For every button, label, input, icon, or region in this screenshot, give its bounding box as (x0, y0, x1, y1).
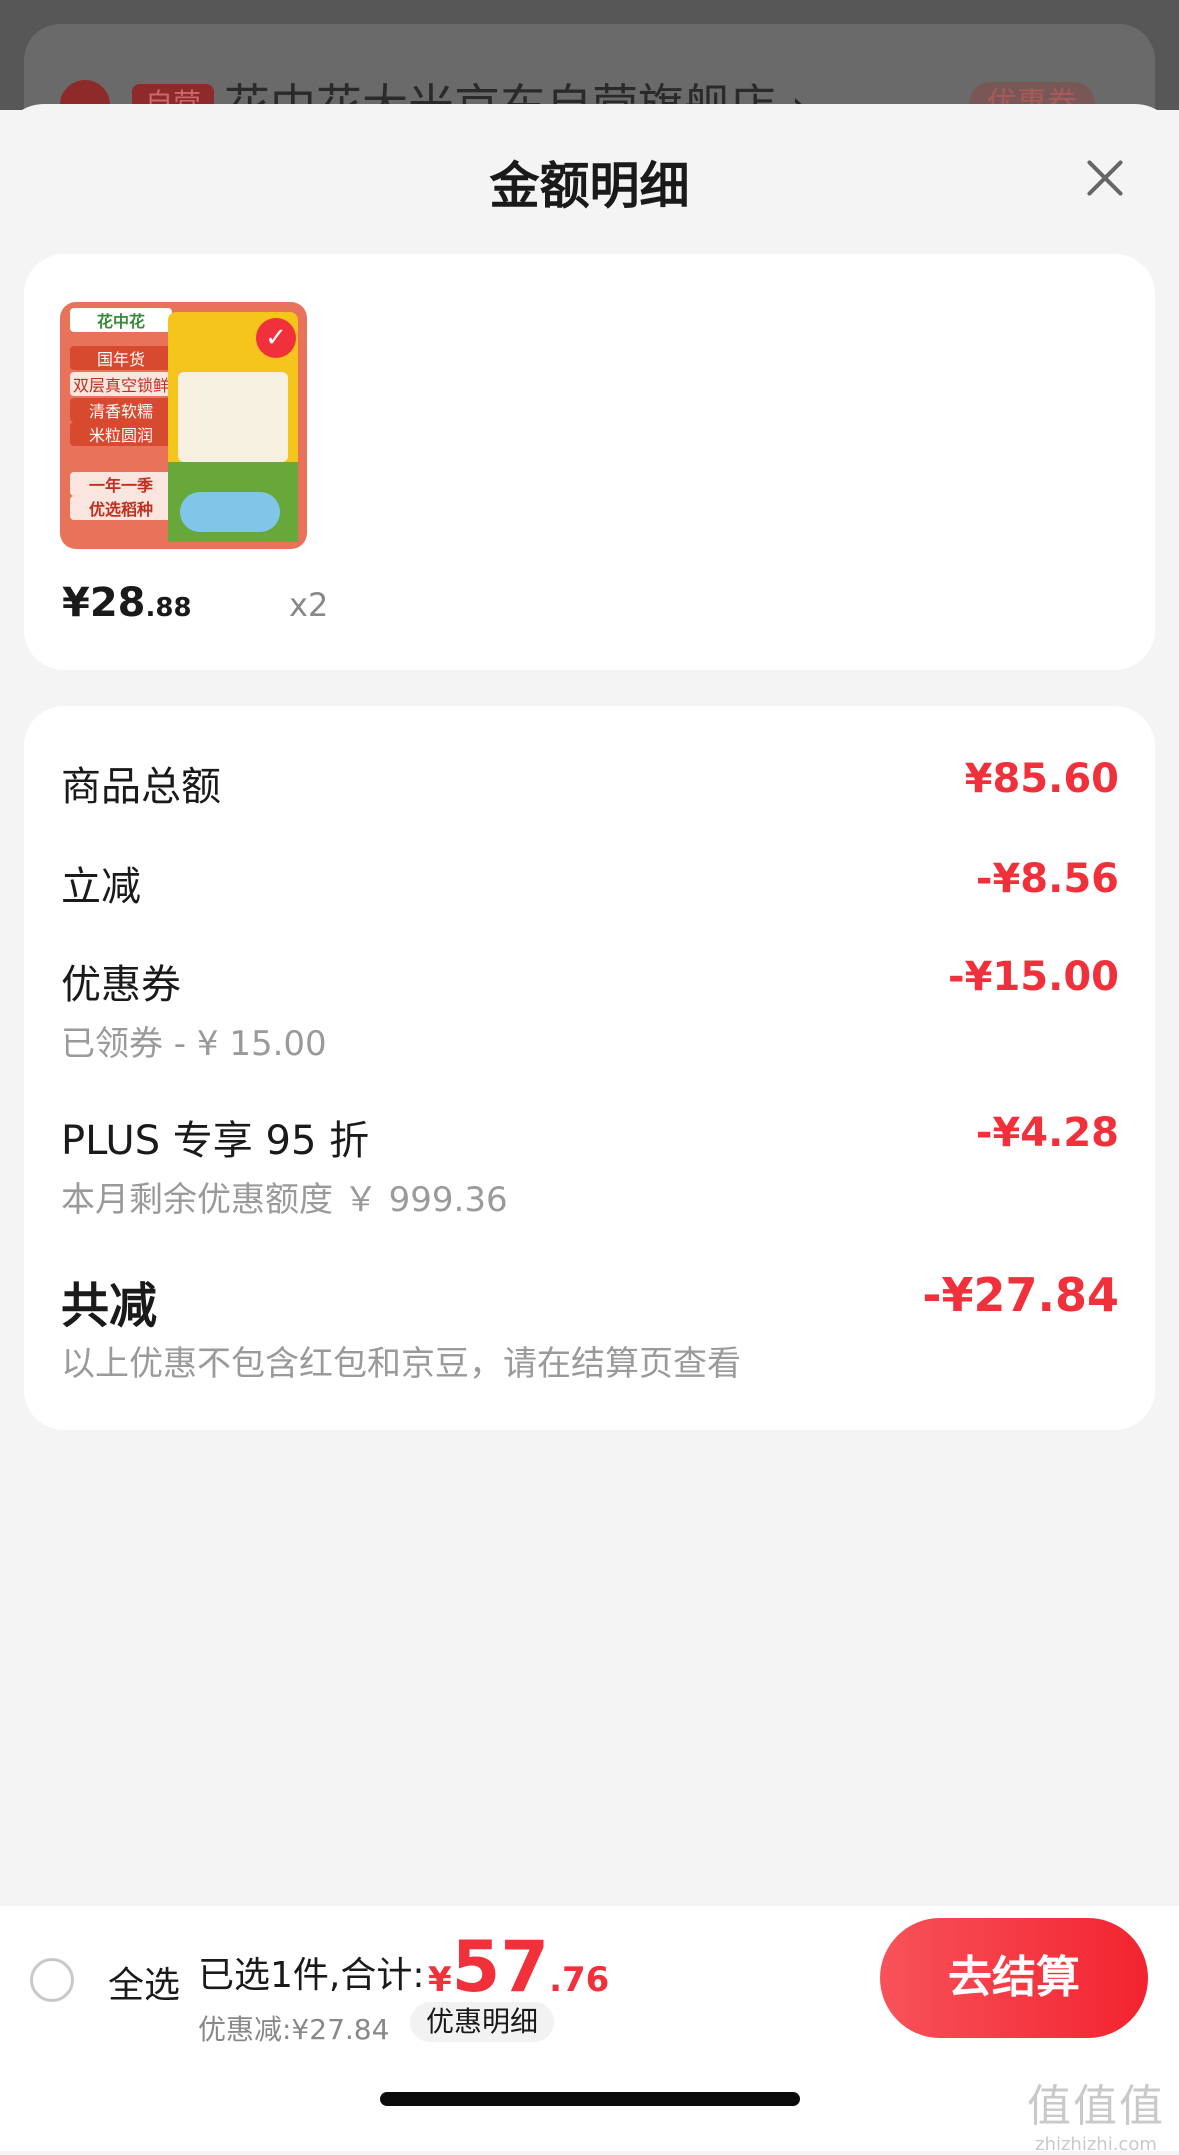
total-discount-value: -¥27.84 (922, 1268, 1119, 1322)
product-image[interactable]: 花中花 国年货 双层真空锁鲜 清香软糯 米粒圆润 一年一季 优选稻种 ✓ (60, 302, 307, 549)
instant-discount-label: 立减 (61, 864, 141, 910)
coupon-label: 优惠券 (61, 962, 181, 1008)
product-quantity: x2 (289, 586, 329, 624)
goods-total-label: 商品总额 (61, 764, 221, 810)
total-price: ¥57.76 (428, 1926, 609, 2008)
store-header: 自营 花中花大米京东自营旗舰店 › 优惠券 (24, 24, 1155, 110)
image-label: 米粒圆润 (70, 422, 172, 446)
total-integer: 57 (451, 1926, 550, 2008)
discount-note: 以上优惠不包含红包和京豆，请在结算页查看 (61, 1344, 741, 1384)
select-all-label[interactable]: 全选 (108, 1956, 180, 2008)
image-label: 清香软糯 (70, 398, 172, 422)
total-discount-label: 共减 (61, 1278, 158, 1334)
plus-remaining-quota: 本月剩余优惠额度 ￥ 999.36 (61, 1180, 508, 1220)
image-label: 一年一季 (70, 472, 172, 496)
amount-detail-sheet: 金额明细 花中花 国年货 双层真空锁鲜 清香软糯 米粒圆润 一年一季 优选稻种 … (0, 104, 1179, 2151)
close-icon[interactable] (1075, 148, 1135, 208)
coupon-sub: 已领券 - ¥ 15.00 (61, 1024, 327, 1064)
selected-check-icon: ✓ (256, 318, 296, 358)
discount-summary: 优惠减:¥27.84 (198, 2013, 390, 2046)
plus-discount-label: PLUS 专享 95 折 (61, 1118, 370, 1164)
rice-bag-window (178, 372, 288, 462)
amount-detail-card: 商品总额 ¥85.60 立减 -¥8.56 优惠券 -¥15.00 已领券 - … (24, 706, 1155, 1430)
price-currency: ¥ (62, 580, 90, 626)
watermark-logo: 值值值 (1027, 2081, 1165, 2132)
instant-discount-value: -¥8.56 (975, 856, 1119, 902)
plus-discount-value: -¥4.28 (975, 1110, 1119, 1156)
total-currency: ¥ (428, 1960, 452, 2000)
rice-bag-water (180, 492, 280, 532)
coupon-value: -¥15.00 (948, 954, 1119, 1000)
select-all-radio[interactable] (30, 1958, 74, 2002)
home-indicator-area: 值值值 zhizhizhi.com (0, 2050, 1179, 2155)
sheet-title: 金额明细 (489, 157, 690, 215)
image-label: 优选稻种 (70, 496, 172, 520)
background-page: 自营 花中花大米京东自营旗舰店 › 优惠券 (0, 0, 1179, 110)
home-indicator[interactable] (380, 2092, 800, 2106)
watermark: 值值值 zhizhizhi.com (1027, 2070, 1165, 2155)
product-price: ¥28.88 (62, 580, 192, 626)
checkout-button[interactable]: 去结算 (880, 1918, 1148, 2038)
image-label: 双层真空锁鲜 (70, 372, 172, 396)
image-brand: 花中花 (70, 308, 172, 332)
product-card: 花中花 国年货 双层真空锁鲜 清香软糯 米粒圆润 一年一季 优选稻种 ✓ ¥28… (24, 254, 1155, 670)
checkout-bar: 全选 已选1件,合计: ¥57.76 优惠减:¥27.84 优惠明细 去结算 (0, 1906, 1179, 2050)
discount-detail-button[interactable]: 优惠明细 (410, 2002, 555, 2042)
total-decimal: .76 (549, 1960, 610, 2000)
image-label: 国年货 (70, 346, 172, 370)
goods-total-value: ¥85.60 (964, 756, 1119, 802)
price-integer: 28 (89, 580, 146, 626)
selected-count-text: 已选1件,合计: (198, 1955, 425, 1996)
watermark-url: zhizhizhi.com (1035, 2134, 1157, 2155)
price-decimal: .88 (145, 593, 192, 623)
